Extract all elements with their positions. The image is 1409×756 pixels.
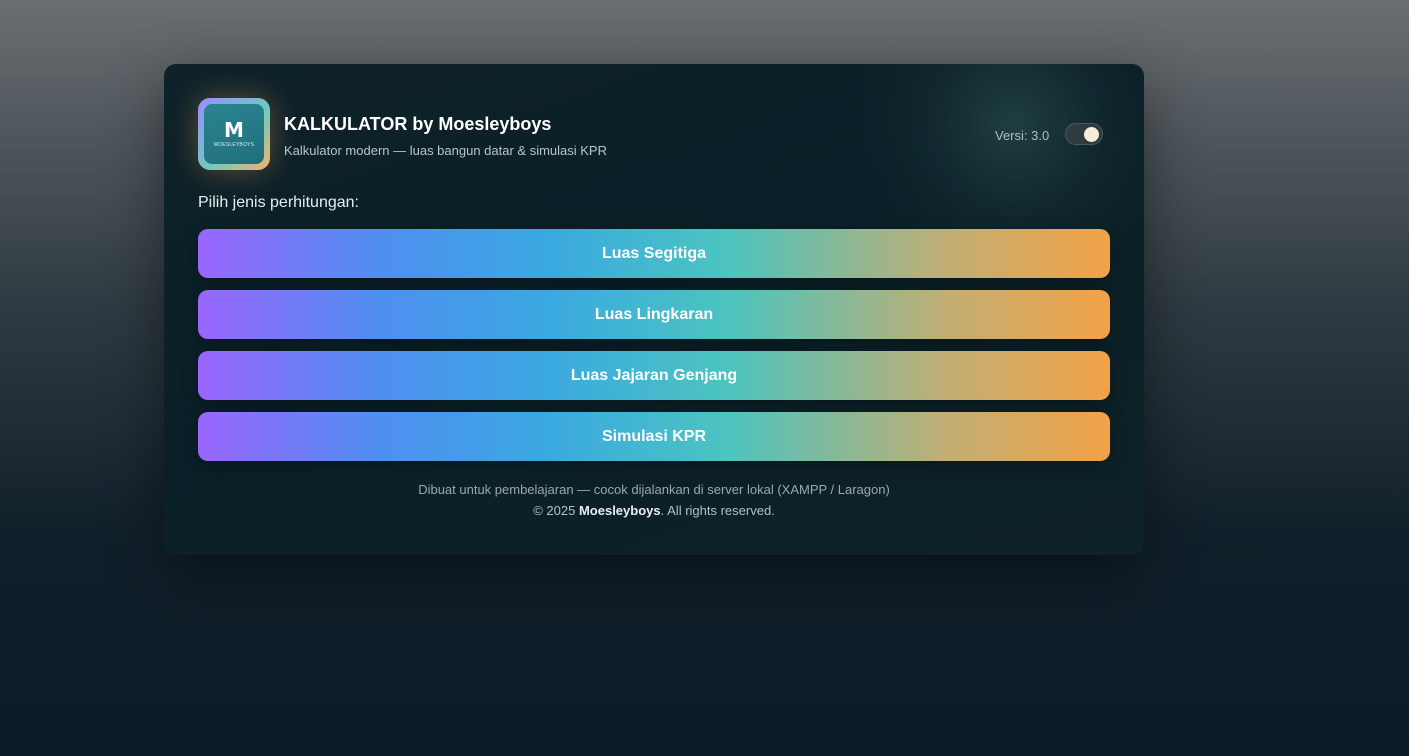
theme-toggle[interactable] xyxy=(1065,123,1103,145)
calculator-card: M MOESLEYBOYS KALKULATOR by Moesleyboys … xyxy=(164,64,1144,555)
footer-copyright: © 2025 Moesleyboys. All rights reserved. xyxy=(164,503,1144,518)
copyright-prefix: © 2025 xyxy=(533,503,576,518)
selection-prompt: Pilih jenis perhitungan: xyxy=(198,194,359,211)
toggle-knob xyxy=(1084,127,1099,142)
version-label: Versi: 3.0 xyxy=(995,128,1050,143)
app-logo: M MOESLEYBOYS xyxy=(198,98,270,170)
app-subtitle: Kalkulator modern — luas bangun datar & … xyxy=(284,143,607,158)
logo-text: MOESLEYBOYS xyxy=(213,142,255,148)
simulasi-kpr-button[interactable]: Simulasi KPR xyxy=(198,412,1110,461)
logo-inner: M MOESLEYBOYS xyxy=(204,104,264,164)
footer-brand: Moesleyboys xyxy=(578,503,661,518)
luas-segitiga-button[interactable]: Luas Segitiga xyxy=(198,229,1110,278)
luas-lingkaran-button[interactable]: Luas Lingkaran xyxy=(198,290,1110,339)
footer-note: Dibuat untuk pembelajaran — cocok dijala… xyxy=(418,482,890,497)
app-title: KALKULATOR by Moesleyboys xyxy=(284,114,552,134)
copyright-suffix: . All rights reserved. xyxy=(660,503,775,518)
luas-jajaran-genjang-button[interactable]: Luas Jajaran Genjang xyxy=(198,351,1110,400)
logo-mark: M xyxy=(224,118,244,142)
